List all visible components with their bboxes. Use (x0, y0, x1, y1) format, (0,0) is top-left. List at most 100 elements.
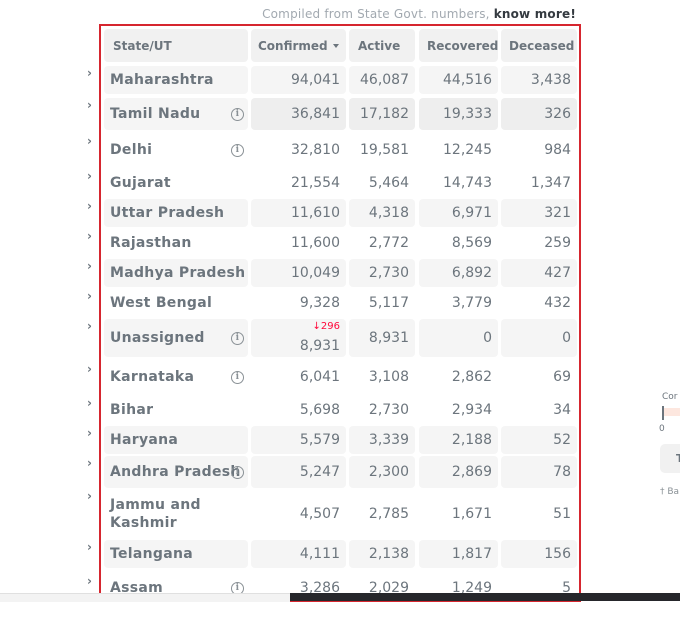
active-value: 3,339 (368, 432, 409, 448)
chevron-right-icon[interactable]: › (87, 98, 92, 112)
confirmed-cell: 21,554 (251, 169, 346, 197)
state-cell[interactable]: Maharashtra (104, 66, 248, 94)
info-icon[interactable]: i (231, 331, 244, 345)
state-cell[interactable]: Jammu and Kashmir (104, 493, 248, 535)
deceased-value: 326 (544, 106, 571, 122)
active-cell: 2,730 (349, 396, 415, 424)
know-more-link[interactable]: know more! (494, 7, 576, 21)
deceased-value: 69 (553, 369, 571, 385)
state-name: Tamil Nadu (110, 106, 201, 122)
chevron-right-icon[interactable]: › (87, 289, 92, 303)
recovered-value: 8,569 (451, 235, 492, 251)
info-icon[interactable]: i (231, 107, 244, 121)
confirmed-cell: 10,049 (251, 259, 346, 287)
deceased-cell: 78 (501, 456, 577, 488)
state-name: Bihar (110, 402, 154, 418)
active-cell: 8,931 (349, 319, 415, 357)
header-recovered[interactable]: Recovered (419, 29, 498, 62)
chevron-right-icon[interactable]: › (87, 426, 92, 440)
header-recovered-label: Recovered (427, 38, 499, 53)
deceased-cell: 321 (501, 199, 577, 227)
state-cell[interactable]: Andhra Pradesh i (104, 456, 248, 488)
active-cell: 2,138 (349, 540, 415, 568)
confirmed-value: 5,698 (299, 402, 340, 418)
state-cell[interactable]: Haryana (104, 426, 248, 454)
deceased-value: 34 (553, 402, 571, 418)
header-deceased[interactable]: Deceased (501, 29, 577, 62)
compiled-text: Compiled from State Govt. numbers, (262, 7, 490, 21)
recovered-cell: 3,779 (419, 289, 498, 317)
chevron-right-icon[interactable]: › (87, 199, 92, 213)
deceased-cell: 326 (501, 98, 577, 130)
chevron-right-icon[interactable]: › (87, 540, 92, 554)
active-value: 2,730 (368, 265, 409, 281)
active-value: 2,772 (368, 235, 409, 251)
active-cell: 3,108 (349, 362, 415, 392)
state-cell[interactable]: Karnataka i (104, 362, 248, 392)
state-cell[interactable]: Bihar (104, 396, 248, 424)
state-cell[interactable]: Tamil Nadu i (104, 98, 248, 130)
active-cell: 2,785 (349, 493, 415, 535)
state-cell[interactable]: Gujarat (104, 169, 248, 197)
header-confirmed[interactable]: Confirmed (251, 29, 346, 62)
recovered-value: 0 (483, 330, 492, 346)
state-cell[interactable]: Telangana (104, 540, 248, 568)
active-value: 17,182 (360, 106, 409, 122)
info-icon[interactable]: i (231, 465, 244, 479)
chevron-right-icon[interactable]: › (87, 229, 92, 243)
confirmed-value: 10,049 (291, 265, 340, 281)
active-cell: 2,772 (349, 229, 415, 257)
state-cell[interactable]: Unassigned i (104, 319, 248, 357)
deceased-value: 51 (553, 506, 571, 522)
state-table: State/UT Confirmed Active Recovered Dece… (99, 24, 581, 602)
chevron-right-icon[interactable]: › (87, 396, 92, 410)
active-value: 8,931 (368, 330, 409, 346)
confirmed-cell: 9,328 (251, 289, 346, 317)
deceased-value: 321 (544, 205, 571, 221)
state-cell[interactable]: Delhi i (104, 134, 248, 166)
recovered-cell: 0 (419, 319, 498, 357)
page: Compiled from State Govt. numbers, know … (0, 0, 680, 626)
chevron-right-icon[interactable]: › (87, 169, 92, 183)
recovered-cell: 12,245 (419, 134, 498, 166)
state-cell[interactable]: Uttar Pradesh (104, 199, 248, 227)
confirmed-cell: 5,698 (251, 396, 346, 424)
active-value: 5,464 (368, 175, 409, 191)
header-deceased-label: Deceased (509, 38, 575, 53)
deceased-cell: 427 (501, 259, 577, 287)
chevron-right-icon[interactable]: › (87, 66, 92, 80)
chevron-right-icon[interactable]: › (87, 259, 92, 273)
info-icon[interactable]: i (231, 143, 244, 157)
header-state[interactable]: State/UT (104, 29, 248, 62)
deceased-cell: 432 (501, 289, 577, 317)
active-value: 4,318 (368, 205, 409, 221)
state-cell[interactable]: West Bengal (104, 289, 248, 317)
info-icon[interactable]: i (231, 370, 244, 384)
deceased-cell: 984 (501, 134, 577, 166)
active-value: 2,785 (368, 506, 409, 522)
state-name: Madhya Pradesh (110, 265, 246, 281)
recovered-cell: 8,569 (419, 229, 498, 257)
state-name: Telangana (110, 546, 193, 562)
chevron-right-icon[interactable]: › (87, 134, 92, 148)
active-cell: 4,318 (349, 199, 415, 227)
chevron-right-icon[interactable]: › (87, 362, 92, 376)
header-active[interactable]: Active (349, 29, 415, 62)
confirmed-cell: 11,600 (251, 229, 346, 257)
state-name: Delhi (110, 142, 153, 158)
header-confirmed-label: Confirmed (258, 38, 328, 53)
recovered-cell: 6,971 (419, 199, 498, 227)
confirmed-value: 94,041 (291, 72, 340, 88)
deceased-cell: 34 (501, 396, 577, 424)
side-chart-label: Cor (662, 392, 678, 402)
confirmed-value: 9,328 (299, 295, 340, 311)
state-cell[interactable]: Madhya Pradesh (104, 259, 248, 287)
confirmed-cell: 4,507 (251, 493, 346, 535)
chevron-right-icon[interactable]: › (87, 456, 92, 470)
chevron-right-icon[interactable]: › (87, 489, 92, 503)
chevron-right-icon[interactable]: › (87, 574, 92, 588)
active-cell: 46,087 (349, 66, 415, 94)
side-toggle-button[interactable]: T (660, 444, 680, 473)
state-cell[interactable]: Rajasthan (104, 229, 248, 257)
chevron-right-icon[interactable]: › (87, 319, 92, 333)
